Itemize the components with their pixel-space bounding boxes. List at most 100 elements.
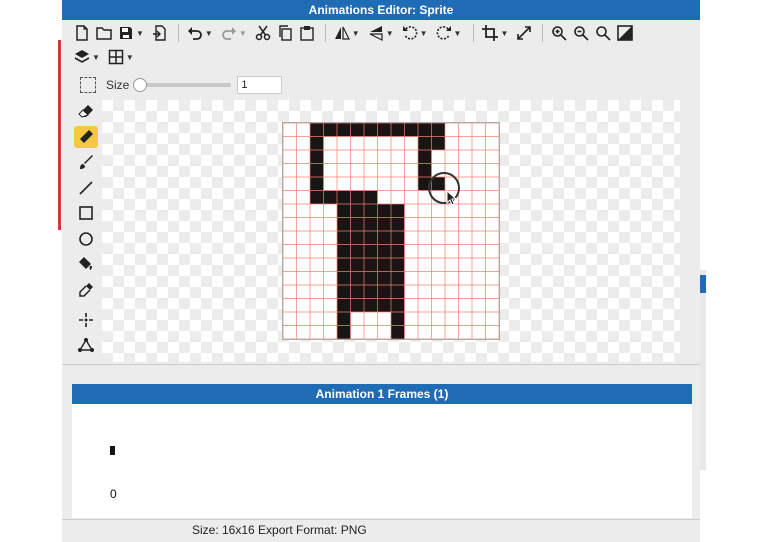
sprite-pixel[interactable] [364, 217, 378, 232]
flip-vertical-caret[interactable]: ▼ [386, 29, 394, 38]
line-icon[interactable] [74, 177, 98, 199]
sprite-pixel[interactable] [350, 285, 365, 299]
sprite-pixel[interactable] [323, 123, 338, 137]
sprite-pixel[interactable] [310, 150, 324, 164]
sprite-pixel[interactable] [391, 325, 405, 340]
paste-icon[interactable] [297, 23, 317, 43]
cut-icon[interactable] [253, 23, 273, 43]
toggle-background-icon[interactable] [615, 23, 635, 43]
grid-caret[interactable]: ▼ [126, 53, 134, 62]
sprite-pixel-grid[interactable] [283, 123, 499, 339]
rectangle-icon[interactable] [74, 202, 98, 224]
ellipse-icon[interactable] [74, 228, 98, 250]
sprite-pixel[interactable] [364, 298, 378, 313]
sprite-pixel[interactable] [391, 123, 405, 137]
sprite-pixel[interactable] [418, 123, 432, 137]
rotate-left-icon[interactable] [400, 23, 420, 43]
panel-divider[interactable] [62, 364, 700, 383]
sprite-canvas[interactable] [282, 122, 500, 340]
sprite-pixel[interactable] [364, 231, 378, 245]
sprite-pixel[interactable] [310, 190, 324, 205]
sprite-pixel[interactable] [337, 190, 351, 205]
sprite-pixel[interactable] [364, 190, 378, 205]
sprite-pixel[interactable] [350, 244, 365, 259]
new-file-icon[interactable] [72, 23, 92, 43]
magic-wand-icon[interactable] [74, 309, 98, 331]
size-slider[interactable] [133, 78, 232, 92]
sprite-pixel[interactable] [364, 244, 378, 259]
sprite-pixel[interactable] [391, 204, 405, 218]
sprite-pixel[interactable] [418, 150, 432, 164]
sprite-pixel[interactable] [431, 123, 446, 137]
sprite-pixel[interactable] [350, 204, 365, 218]
flip-horizontal-caret[interactable]: ▼ [352, 29, 360, 38]
zoom-in-icon[interactable] [549, 23, 569, 43]
sprite-pixel[interactable] [377, 258, 392, 272]
sprite-pixel[interactable] [377, 204, 392, 218]
sprite-pixel[interactable] [377, 285, 392, 299]
copy-icon[interactable] [275, 23, 295, 43]
rotate-left-caret[interactable]: ▼ [420, 29, 428, 38]
zoom-out-icon[interactable] [571, 23, 591, 43]
sprite-pixel[interactable] [337, 231, 351, 245]
sprite-pixel[interactable] [364, 271, 378, 286]
redo-icon[interactable] [219, 23, 239, 43]
flip-horizontal-icon[interactable] [332, 23, 352, 43]
sprite-pixel[interactable] [377, 271, 392, 286]
zoom-fit-icon[interactable] [593, 23, 613, 43]
sprite-pixel[interactable] [337, 298, 351, 313]
sprite-pixel[interactable] [337, 325, 351, 340]
sprite-pixel[interactable] [391, 312, 405, 326]
crop-icon[interactable] [480, 23, 500, 43]
sprite-pixel[interactable] [418, 136, 432, 151]
brush-icon[interactable] [74, 151, 98, 173]
undo-icon[interactable] [185, 23, 205, 43]
resize-icon[interactable] [514, 23, 534, 43]
sprite-pixel[interactable] [350, 271, 365, 286]
open-folder-icon[interactable] [94, 23, 114, 43]
sprite-pixel[interactable] [377, 231, 392, 245]
undo-dropdown-caret[interactable]: ▼ [205, 29, 213, 38]
selection-icon[interactable] [80, 77, 96, 93]
shape-tool-icon[interactable] [74, 334, 98, 356]
sprite-pixel[interactable] [337, 123, 351, 137]
sprite-pixel[interactable] [310, 136, 324, 151]
save-icon[interactable] [116, 23, 136, 43]
crop-caret[interactable]: ▼ [500, 29, 508, 38]
sprite-pixel[interactable] [350, 123, 365, 137]
sprite-pixel[interactable] [350, 217, 365, 232]
sprite-pixel[interactable] [377, 217, 392, 232]
sprite-pixel[interactable] [337, 204, 351, 218]
sprite-pixel[interactable] [391, 217, 405, 232]
rotate-right-icon[interactable] [434, 23, 454, 43]
sprite-pixel[interactable] [310, 177, 324, 191]
sprite-pixel[interactable] [391, 298, 405, 313]
sprite-pixel[interactable] [337, 285, 351, 299]
sprite-pixel[interactable] [377, 298, 392, 313]
sprite-pixel[interactable] [391, 244, 405, 259]
sprite-pixel[interactable] [350, 298, 365, 313]
sprite-pixel[interactable] [310, 123, 324, 137]
grid-icon[interactable] [106, 47, 126, 67]
sprite-pixel[interactable] [391, 258, 405, 272]
size-input[interactable]: 1 [237, 76, 283, 94]
sprite-pixel[interactable] [364, 204, 378, 218]
redo-dropdown-caret[interactable]: ▼ [239, 29, 247, 38]
eraser-icon[interactable] [74, 100, 98, 122]
sprite-pixel[interactable] [337, 217, 351, 232]
sprite-pixel[interactable] [418, 163, 432, 178]
sprite-pixel[interactable] [337, 312, 351, 326]
sprite-pixel[interactable] [364, 258, 378, 272]
export-icon[interactable] [150, 23, 170, 43]
save-dropdown-caret[interactable]: ▼ [136, 29, 144, 38]
sprite-pixel[interactable] [310, 163, 324, 178]
sprite-pixel[interactable] [391, 285, 405, 299]
sprite-pixel[interactable] [364, 123, 378, 137]
sprite-pixel[interactable] [391, 271, 405, 286]
pencil-icon[interactable] [74, 125, 98, 148]
layers-icon[interactable] [72, 47, 92, 67]
sprite-pixel[interactable] [350, 190, 365, 205]
size-slider-thumb[interactable] [133, 78, 148, 92]
flip-vertical-icon[interactable] [366, 23, 386, 43]
canvas-area[interactable] [102, 100, 680, 362]
